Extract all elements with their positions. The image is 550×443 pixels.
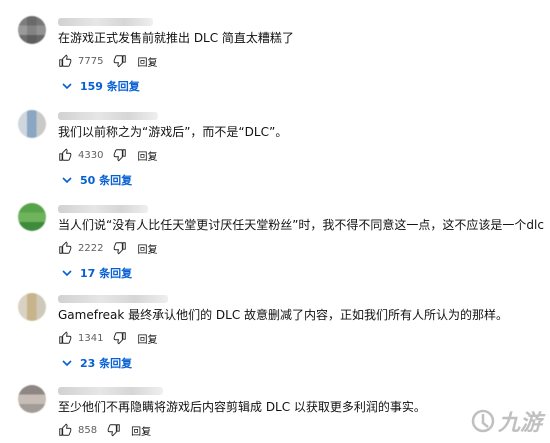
comment-item: 我们以前称之为“游戏后”，而不是“DLC”。 4330 回复 50 条回复 [0, 110, 550, 198]
watermark-text: 九游 [497, 410, 542, 436]
comment-actions: 7775 回复 [58, 52, 157, 70]
replies-count-label: 159 条回复 [80, 80, 140, 93]
thumbs-up-icon[interactable] [58, 54, 72, 68]
chevron-down-icon [62, 270, 72, 277]
watermark: 九游 [470, 405, 542, 437]
comment-text: 在游戏正式发售前就推出 DLC 简直太糟糕了 [58, 31, 294, 45]
avatar[interactable] [18, 203, 46, 231]
comment-text: 至少他们不再隐瞒将游戏后内容剪辑成 DLC 以获取更多利润的事实。 [58, 400, 426, 414]
nine-game-logo-icon [471, 409, 495, 433]
comment-actions: 2222 回复 [58, 239, 157, 257]
like-count: 4330 [78, 149, 104, 161]
like-count: 7775 [78, 55, 104, 67]
replies-count-label: 17 条回复 [80, 267, 133, 280]
avatar[interactable] [18, 110, 46, 138]
author-name-blurred[interactable] [58, 295, 168, 303]
comment-actions: 4330 回复 [58, 146, 157, 164]
avatar[interactable] [18, 16, 46, 44]
thumbs-up-icon[interactable] [58, 423, 72, 437]
chevron-down-icon [62, 177, 72, 184]
like-count: 858 [78, 424, 98, 436]
reply-button[interactable]: 回复 [137, 54, 157, 69]
view-replies-button[interactable]: 159 条回复 [58, 76, 140, 96]
comment-item: 当人们说“没有人比任天堂更讨厌任天堂粉丝”时，我不得不同意这一点，这不应该是一个… [0, 203, 550, 291]
comment-text: Gamefreak 最终承认他们的 DLC 故意删减了内容，正如我们所有人所认为… [58, 308, 509, 322]
like-count: 2222 [78, 242, 104, 254]
comment-item: 在游戏正式发售前就推出 DLC 简直太糟糕了 7775 回复 159 条回复 [0, 16, 550, 104]
comment-item: 至少他们不再隐瞒将游戏后内容剪辑成 DLC 以获取更多利润的事实。 858 回复 [0, 385, 550, 443]
chevron-down-icon [62, 360, 72, 367]
author-name-blurred[interactable] [58, 387, 163, 395]
avatar[interactable] [18, 293, 46, 321]
comment-text: 当人们说“没有人比任天堂更讨厌任天堂粉丝”时，我不得不同意这一点，这不应该是一个… [58, 218, 544, 232]
comment-actions: 858 回复 [58, 421, 151, 439]
thumbs-down-icon[interactable] [113, 331, 127, 345]
thumbs-up-icon[interactable] [58, 148, 72, 162]
comment-item: Gamefreak 最终承认他们的 DLC 故意删减了内容，正如我们所有人所认为… [0, 293, 550, 381]
thumbs-down-icon[interactable] [113, 148, 127, 162]
author-name-blurred[interactable] [58, 18, 153, 26]
reply-button[interactable]: 回复 [137, 331, 157, 346]
reply-button[interactable]: 回复 [137, 241, 157, 256]
comment-text: 我们以前称之为“游戏后”，而不是“DLC”。 [58, 125, 288, 139]
thumbs-up-icon[interactable] [58, 331, 72, 345]
reply-button[interactable]: 回复 [131, 423, 151, 438]
author-name-blurred[interactable] [58, 205, 148, 213]
thumbs-down-icon[interactable] [113, 241, 127, 255]
chevron-down-icon [62, 83, 72, 90]
thumbs-down-icon[interactable] [113, 54, 127, 68]
replies-count-label: 50 条回复 [80, 174, 133, 187]
view-replies-button[interactable]: 17 条回复 [58, 263, 132, 283]
thumbs-up-icon[interactable] [58, 241, 72, 255]
thumbs-down-icon[interactable] [107, 423, 121, 437]
reply-button[interactable]: 回复 [137, 148, 157, 163]
author-name-blurred[interactable] [58, 112, 158, 120]
view-replies-button[interactable]: 50 条回复 [58, 170, 132, 190]
comment-actions: 1341 回复 [58, 329, 157, 347]
replies-count-label: 23 条回复 [80, 357, 133, 370]
like-count: 1341 [78, 332, 104, 344]
view-replies-button[interactable]: 23 条回复 [58, 353, 132, 373]
avatar[interactable] [18, 385, 46, 413]
